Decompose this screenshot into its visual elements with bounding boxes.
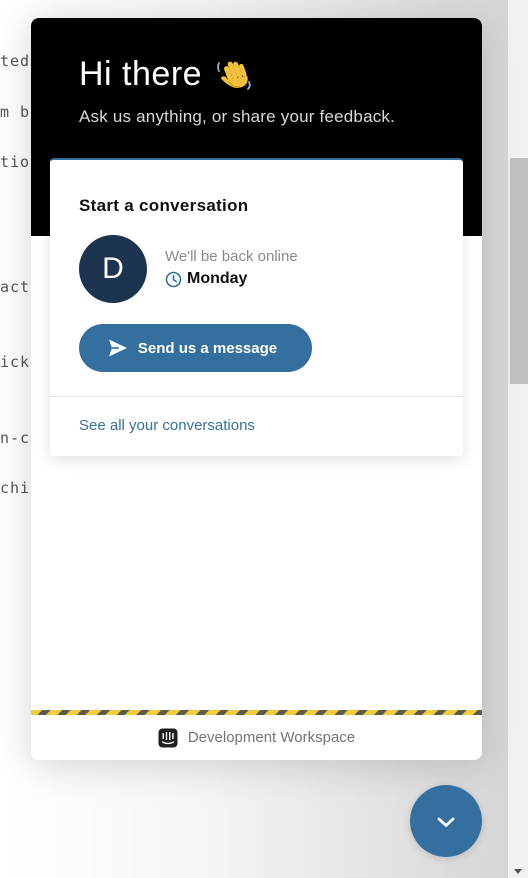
reply-time: Monday bbox=[165, 270, 247, 288]
intro-text: Ask us anything, or share your feedback. bbox=[79, 107, 396, 126]
greeting-heading: Hi there bbox=[79, 54, 254, 94]
messenger-panel: Hi there Ask us anything, or share your … bbox=[31, 18, 482, 760]
send-message-label: Send us a message bbox=[137, 339, 278, 357]
scrollbar-thumb[interactable] bbox=[510, 158, 528, 384]
waving-hand-icon bbox=[214, 54, 254, 94]
chevron-down-icon bbox=[435, 814, 457, 828]
see-all-conversations-link[interactable]: See all your conversations bbox=[79, 417, 255, 434]
messenger-footer: Development Workspace bbox=[31, 715, 482, 760]
start-conversation-card: Start a conversation D We'll be back onl… bbox=[50, 158, 463, 456]
intercom-logo-icon bbox=[158, 728, 178, 748]
clock-icon bbox=[165, 271, 182, 288]
page-scrollbar[interactable] bbox=[508, 0, 528, 878]
send-icon bbox=[108, 338, 128, 358]
messenger-launcher-button[interactable] bbox=[410, 785, 482, 857]
reply-time-label: Monday bbox=[187, 270, 248, 287]
background-text-1: ted bbox=[0, 52, 31, 70]
card-title: Start a conversation bbox=[79, 196, 249, 215]
page: ted m br tion acti ick, n-co chie Hi the… bbox=[0, 0, 528, 878]
send-message-button[interactable]: Send us a message bbox=[79, 324, 312, 372]
scroll-down-arrow-icon[interactable] bbox=[514, 869, 522, 874]
workspace-name: Development Workspace bbox=[187, 729, 356, 746]
availability-status: We'll be back online bbox=[165, 248, 298, 265]
card-divider bbox=[50, 396, 463, 397]
greeting-text: Hi there bbox=[79, 54, 203, 93]
avatar: D bbox=[79, 235, 147, 303]
